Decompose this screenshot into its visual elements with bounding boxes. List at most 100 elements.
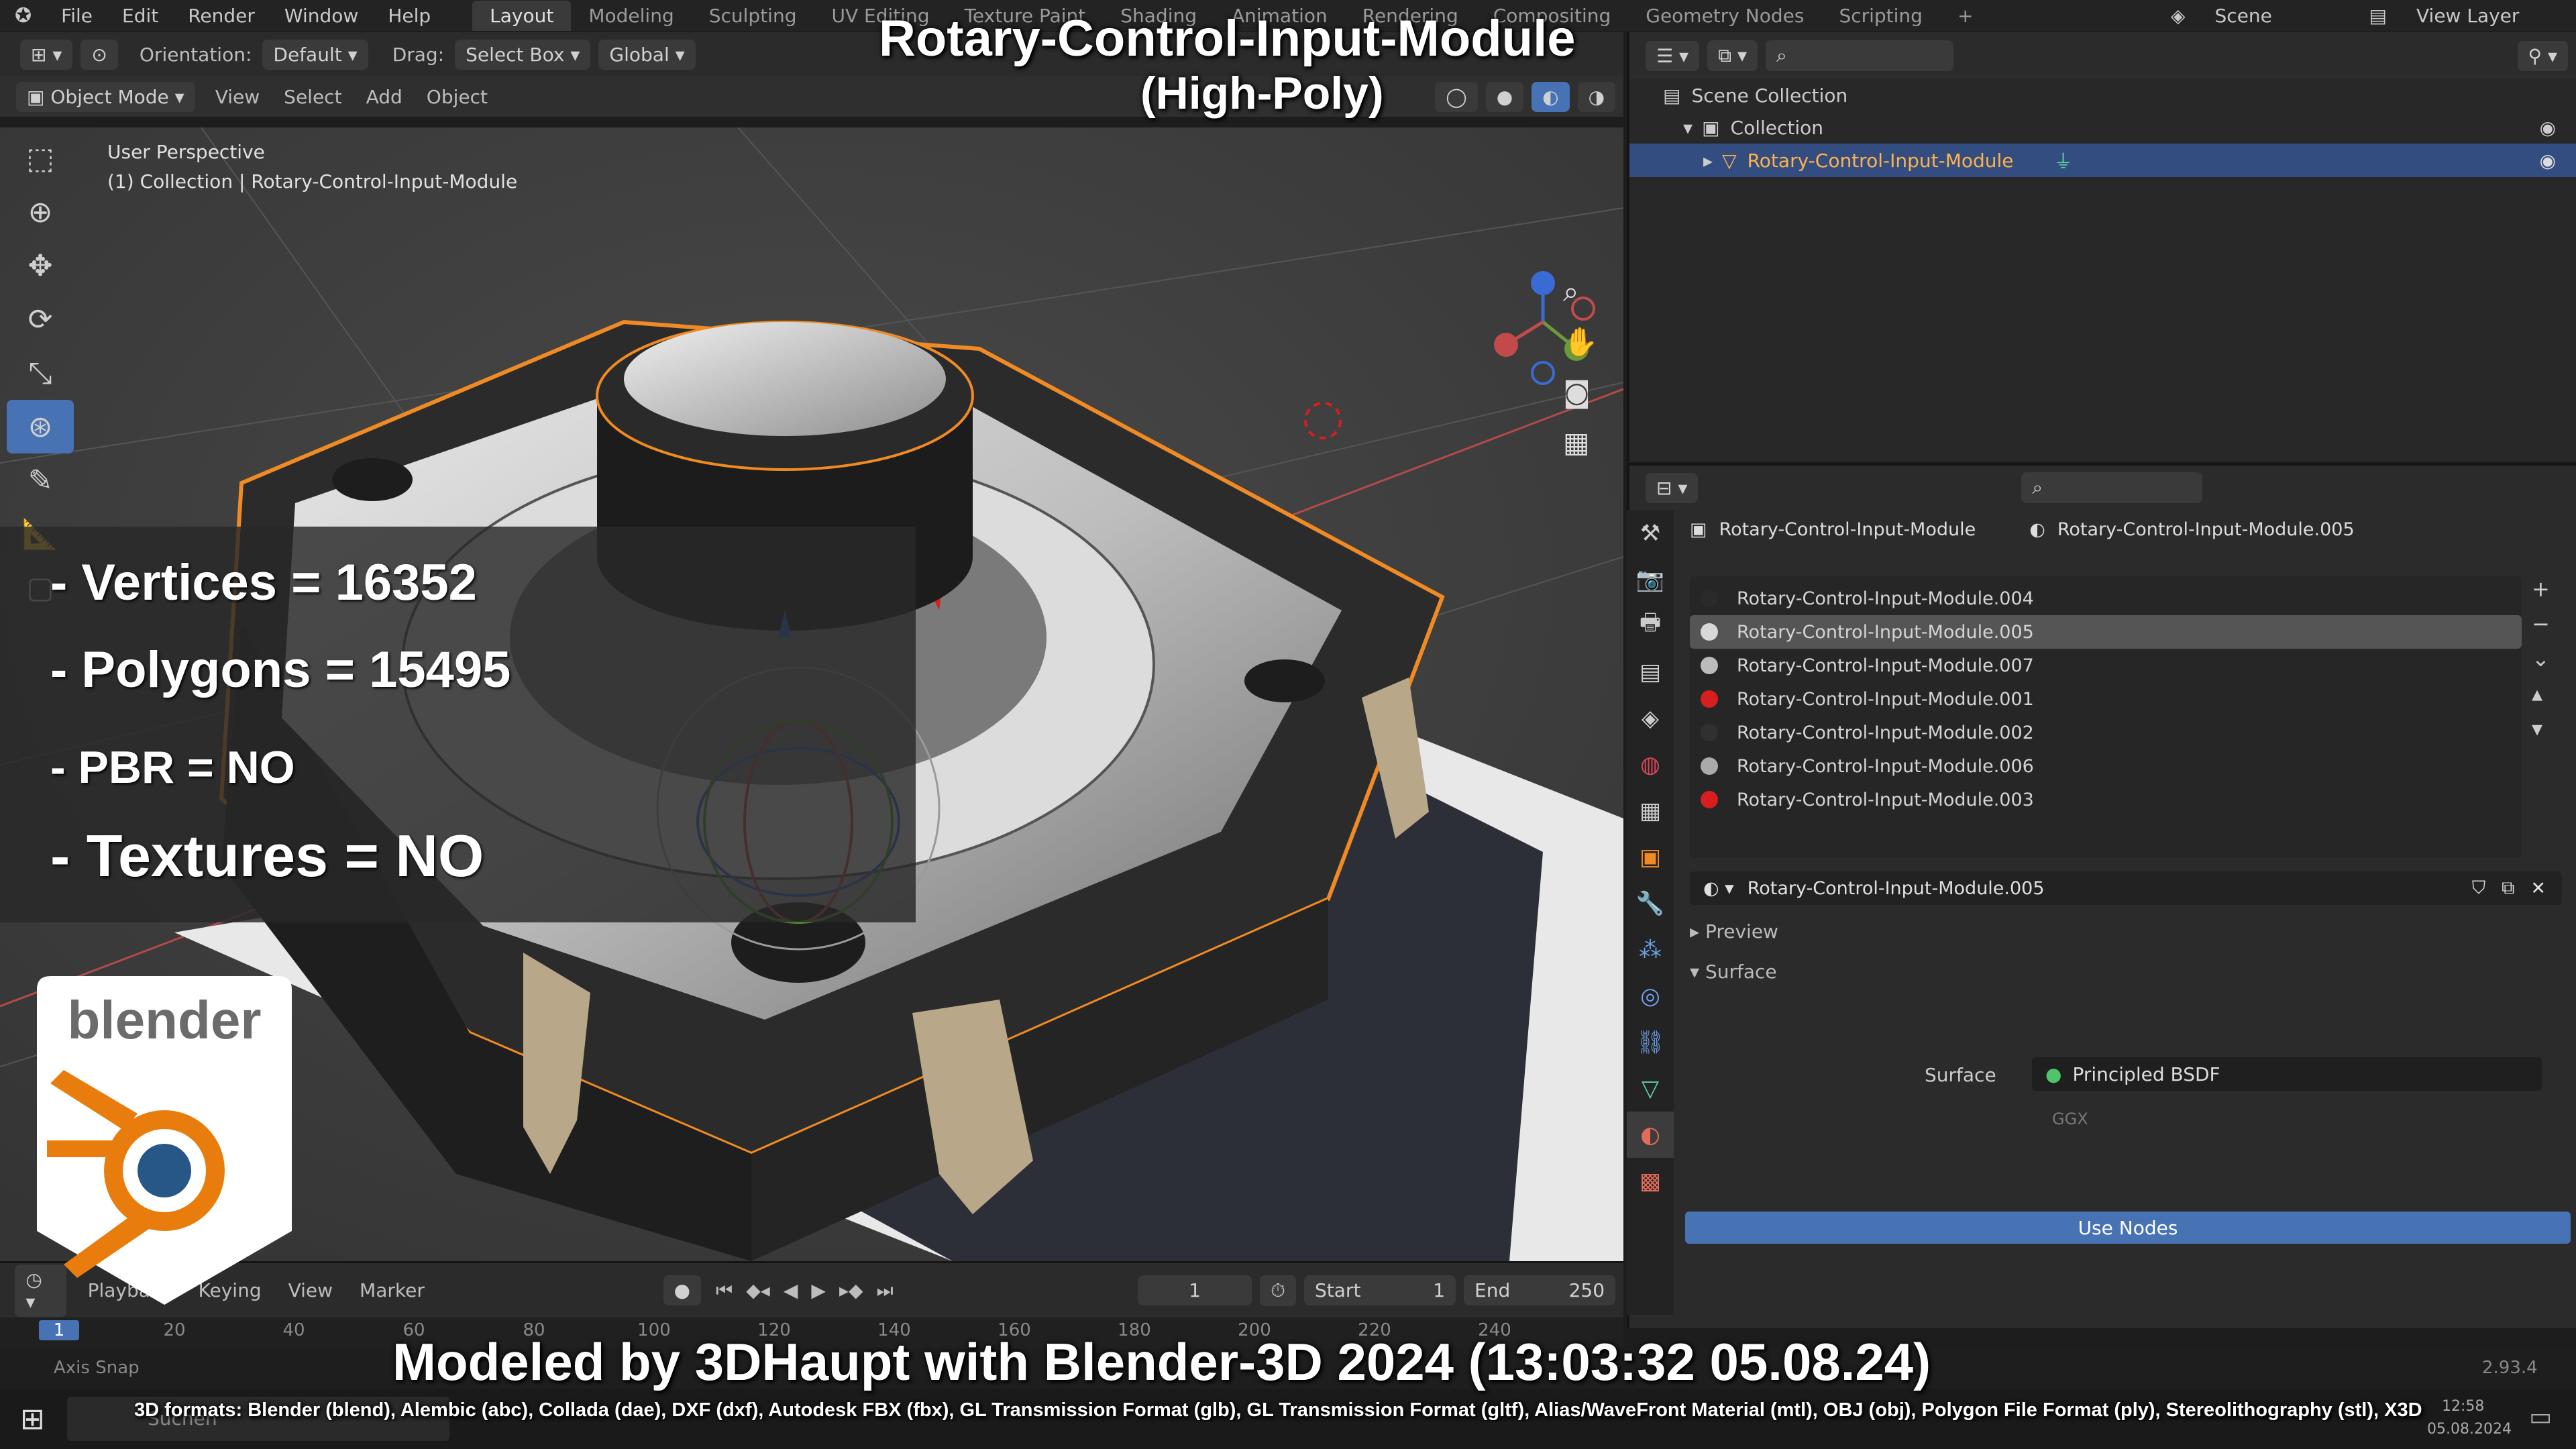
visibility-eye-icon[interactable]: ◉ bbox=[2540, 117, 2556, 139]
remove-slot-icon[interactable]: − bbox=[2532, 611, 2550, 637]
shading-rendered-icon[interactable]: ◑ bbox=[1577, 81, 1615, 112]
material-tab-icon[interactable]: ◐ bbox=[1627, 1112, 1674, 1158]
mesh-data-tab-icon[interactable]: ▽ bbox=[1627, 1065, 1674, 1112]
particles-tab-icon[interactable]: ⁂ bbox=[1627, 926, 1674, 973]
surface-shader-dropdown[interactable]: ● Principled BSDF bbox=[2032, 1057, 2542, 1091]
material-slot[interactable]: Rotary-Control-Input-Module.002 bbox=[1690, 716, 2522, 749]
jump-start-icon[interactable]: ⏮ bbox=[716, 1279, 733, 1302]
jump-end-icon[interactable]: ⏭ bbox=[877, 1279, 894, 1302]
add-menu[interactable]: Add bbox=[366, 86, 402, 108]
move-down-icon[interactable]: ▾ bbox=[2532, 716, 2550, 741]
play-icon[interactable]: ▶ bbox=[811, 1279, 826, 1301]
tab-sculpting[interactable]: Sculpting bbox=[692, 1, 814, 31]
surface-panel-header[interactable]: ▾ Surface bbox=[1690, 961, 1777, 983]
rotate-tool-icon[interactable]: ⟳ bbox=[7, 292, 74, 346]
blender-menu-icon[interactable]: ✪ bbox=[0, 4, 46, 28]
filter-icon[interactable]: ⚲ ▾ bbox=[2517, 40, 2568, 71]
use-nodes-button[interactable]: Use Nodes bbox=[1685, 1212, 2571, 1244]
breadcrumb-material[interactable]: Rotary-Control-Input-Module.005 bbox=[2057, 519, 2355, 540]
zoom-icon[interactable]: ⌕ bbox=[1563, 275, 1579, 309]
shading-solid-icon[interactable]: ● bbox=[1485, 81, 1524, 112]
camera-icon[interactable]: ◙ bbox=[1563, 376, 1591, 409]
expand-arrow-icon[interactable]: ▾ bbox=[1683, 117, 1693, 139]
material-slot[interactable]: Rotary-Control-Input-Module.003 bbox=[1690, 783, 2522, 816]
properties-editor-icon[interactable]: ⊟ ▾ bbox=[1646, 472, 1699, 503]
end-frame-field[interactable]: End 250 bbox=[1464, 1275, 1616, 1305]
fake-user-icon[interactable]: ⛉ bbox=[2472, 877, 2485, 899]
add-workspace-icon[interactable]: + bbox=[1940, 1, 1990, 31]
select-menu[interactable]: Select bbox=[284, 86, 341, 108]
play-reverse-icon[interactable]: ◀ bbox=[784, 1279, 798, 1301]
ortho-grid-icon[interactable]: ▦ bbox=[1563, 426, 1590, 459]
menu-window[interactable]: Window bbox=[270, 5, 373, 27]
tab-geometry-nodes[interactable]: Geometry Nodes bbox=[1628, 1, 1821, 31]
menu-render[interactable]: Render bbox=[173, 5, 270, 27]
breadcrumb-object[interactable]: Rotary-Control-Input-Module bbox=[1719, 519, 1976, 540]
material-slot-selected[interactable]: Rotary-Control-Input-Module.005 bbox=[1690, 615, 2522, 649]
object-menu[interactable]: Object bbox=[427, 86, 488, 108]
tab-layout[interactable]: Layout bbox=[472, 1, 572, 31]
shading-material-icon[interactable]: ◐ bbox=[1532, 81, 1570, 112]
tab-scripting[interactable]: Scripting bbox=[1821, 1, 1940, 31]
stopwatch-icon[interactable]: ⏱ bbox=[1260, 1275, 1297, 1306]
outliner-row-object[interactable]: ▸ ▽ Rotary-Control-Input-Module ⏚ ◉ bbox=[1629, 144, 2576, 177]
texture-tab-icon[interactable]: ▩ bbox=[1627, 1158, 1674, 1204]
view-layer-name[interactable]: View Layer bbox=[2402, 5, 2576, 27]
material-slot[interactable]: Rotary-Control-Input-Module.006 bbox=[1690, 749, 2522, 783]
prev-keyframe-icon[interactable]: ◆◂ bbox=[746, 1279, 770, 1301]
tab-modeling[interactable]: Modeling bbox=[571, 1, 691, 31]
world-tab-icon[interactable]: ◍ bbox=[1627, 741, 1674, 788]
editor-type-icon[interactable]: ⊞ ▾ bbox=[20, 39, 73, 70]
menu-file[interactable]: File bbox=[46, 5, 107, 27]
start-frame-field[interactable]: Start 1 bbox=[1304, 1275, 1456, 1305]
duplicate-material-icon[interactable]: ⧉ bbox=[2502, 877, 2514, 899]
menu-edit[interactable]: Edit bbox=[107, 5, 173, 27]
move-up-icon[interactable]: ▴ bbox=[2532, 681, 2550, 706]
tool-tab-icon[interactable]: ⚒ bbox=[1627, 510, 1674, 556]
playhead-frame[interactable]: 1 bbox=[39, 1320, 79, 1340]
material-slot[interactable]: Rotary-Control-Input-Module.007 bbox=[1690, 649, 2522, 682]
marker-menu[interactable]: Marker bbox=[360, 1279, 425, 1301]
visibility-eye-icon[interactable]: ◉ bbox=[2540, 150, 2556, 172]
material-selector[interactable]: ◐ ▾ Rotary-Control-Input-Module.005 ⛉ ⧉ … bbox=[1690, 871, 2562, 905]
outliner-display-icon[interactable]: ⧉ ▾ bbox=[1707, 40, 1758, 71]
render-tab-icon[interactable]: 📷 bbox=[1627, 556, 1674, 602]
shading-wireframe-icon[interactable]: ◯ bbox=[1435, 81, 1478, 112]
select-box-icon[interactable]: ⬚ bbox=[7, 131, 74, 185]
unlink-material-icon[interactable]: ✕ bbox=[2530, 878, 2546, 899]
next-keyframe-icon[interactable]: ▸◆ bbox=[839, 1279, 863, 1301]
object-tab-icon[interactable]: ▣ bbox=[1627, 834, 1674, 880]
menu-help[interactable]: Help bbox=[373, 5, 445, 27]
material-slot[interactable]: Rotary-Control-Input-Module.004 bbox=[1690, 582, 2522, 615]
view-layer-tab-icon[interactable]: ▤ bbox=[1627, 649, 1674, 695]
transform-tool-icon[interactable]: ⊛ bbox=[7, 400, 74, 453]
constraints-tab-icon[interactable]: ⛓ bbox=[1627, 1019, 1674, 1065]
distribution-value[interactable]: GGX bbox=[2052, 1110, 2088, 1128]
scale-tool-icon[interactable]: ⤡ bbox=[7, 346, 74, 400]
scene-name[interactable]: Scene bbox=[2200, 5, 2355, 27]
outliner-search-field[interactable]: ⌕ bbox=[1766, 40, 1954, 71]
windows-start-icon[interactable]: ⊞ bbox=[20, 1402, 45, 1436]
physics-tab-icon[interactable]: ◎ bbox=[1627, 973, 1674, 1019]
move-tool-icon[interactable]: ✥ bbox=[7, 239, 74, 292]
expand-arrow-icon[interactable]: ▸ bbox=[1703, 150, 1713, 172]
material-name-field[interactable]: Rotary-Control-Input-Module.005 bbox=[1748, 878, 2045, 899]
material-browse-icon[interactable]: ◐ ▾ bbox=[1703, 878, 1734, 899]
view-menu[interactable]: View bbox=[215, 86, 260, 108]
scene-tab-icon[interactable]: ◈ bbox=[1627, 695, 1674, 741]
material-slot[interactable]: Rotary-Control-Input-Module.001 bbox=[1690, 682, 2522, 716]
properties-search-field[interactable]: ⌕ bbox=[2021, 472, 2203, 503]
preview-panel-header[interactable]: ▸ Preview bbox=[1690, 920, 1778, 943]
modifier-tab-icon[interactable]: 🔧 bbox=[1627, 880, 1674, 926]
drag-dropdown[interactable]: Select Box ▾ bbox=[455, 39, 591, 70]
outliner-row-collection[interactable]: ▾ ▣ Collection ◉ bbox=[1629, 111, 2576, 144]
slot-menu-icon[interactable]: ⌄ bbox=[2532, 646, 2550, 672]
orientation-dropdown[interactable]: Default ▾ bbox=[262, 39, 368, 70]
add-slot-icon[interactable]: + bbox=[2532, 576, 2550, 602]
pan-hand-icon[interactable]: ✋ bbox=[1563, 325, 1598, 359]
outliner-editor-icon[interactable]: ☰ ▾ bbox=[1646, 40, 1700, 71]
cursor-tool-icon[interactable]: ⊕ bbox=[7, 185, 74, 239]
record-icon[interactable]: ● bbox=[663, 1275, 702, 1305]
annotate-tool-icon[interactable]: ✎ bbox=[7, 453, 74, 507]
current-frame-field[interactable]: 1 bbox=[1138, 1275, 1252, 1305]
